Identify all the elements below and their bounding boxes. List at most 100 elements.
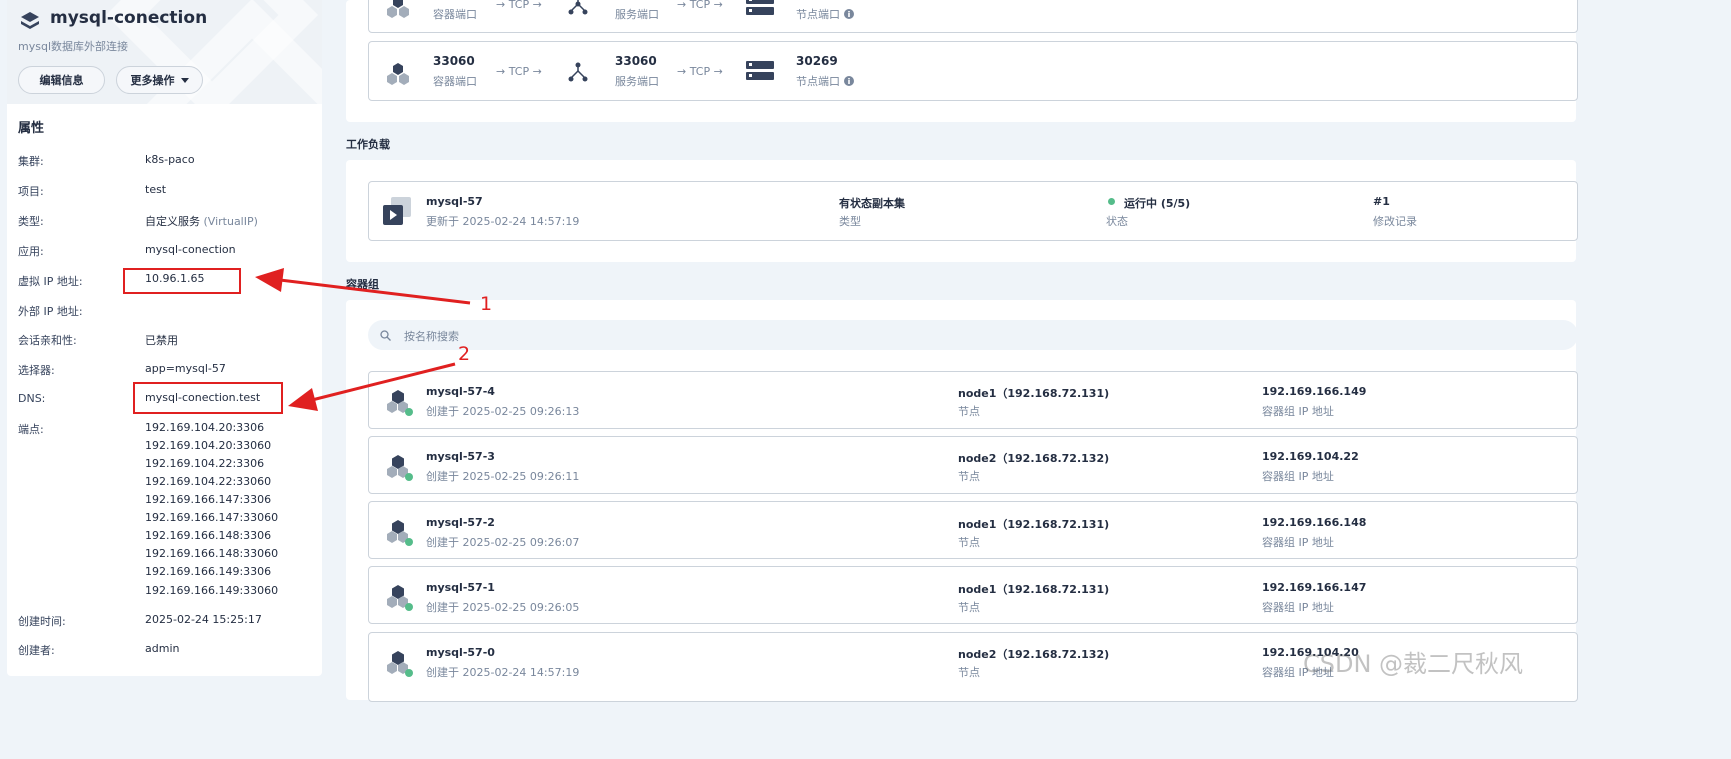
container-icon (387, 63, 409, 85)
prop-label-endpoints: 端点: (18, 423, 44, 436)
prop-value-project: test (145, 183, 167, 196)
search-placeholder: 按名称搜索 (404, 330, 459, 343)
service-description: mysql数据库外部连接 (18, 40, 128, 53)
more-actions-label: 更多操作 (130, 74, 175, 87)
tcp-arrow: → TCP → (677, 65, 723, 78)
service-port-label: 服务端口 (615, 8, 659, 21)
pod-ip-label: 容器组 IP 地址 (1262, 405, 1334, 418)
pod-ip: 192.169.166.149 (1262, 385, 1367, 398)
info-icon[interactable] (843, 9, 854, 19)
pod-icon (387, 520, 413, 546)
container-port-label: 容器端口 (433, 75, 477, 88)
highlight-box-virtual-ip (123, 268, 241, 294)
prop-value-creator: admin (145, 642, 180, 655)
endpoint-item: 192.169.166.149:3306 (145, 565, 272, 578)
container-port-value: 33060 (433, 54, 475, 68)
pod-node[interactable]: node2（192.168.72.132) (958, 646, 1109, 662)
running-status-dot (1108, 198, 1115, 205)
pod-name[interactable]: mysql-57-2 (426, 516, 495, 529)
pod-ip-label: 容器组 IP 地址 (1262, 601, 1334, 614)
workload-section-title: 工作负载 (346, 138, 390, 151)
node-server-icon (746, 0, 774, 15)
workload-type-label: 类型 (839, 215, 861, 228)
info-icon[interactable] (843, 76, 854, 86)
pod-ip-label: 容器组 IP 地址 (1262, 536, 1334, 549)
pod-node-label: 节点 (958, 536, 980, 549)
endpoint-item: 192.169.166.149:33060 (145, 584, 279, 597)
highlight-box-dns (133, 382, 283, 414)
watermark: CSDN @裁二尺秋风 (1303, 650, 1524, 678)
container-icon (387, 0, 409, 18)
port-row (368, 0, 1578, 33)
endpoint-item: 192.169.166.147:3306 (145, 493, 272, 506)
tcp-arrow: → TCP → (677, 0, 723, 11)
pod-name[interactable]: mysql-57-3 (426, 450, 495, 463)
service-icon (21, 12, 39, 29)
annotation-label-2: 2 (458, 343, 471, 365)
pod-ip-label: 容器组 IP 地址 (1262, 470, 1334, 483)
pod-search-bar[interactable]: 按名称搜索 (368, 320, 1578, 350)
endpoint-item: 192.169.166.147:33060 (145, 511, 279, 524)
pod-ip: 192.169.166.147 (1262, 581, 1367, 594)
service-port-label: 服务端口 (615, 75, 659, 88)
pod-node-label: 节点 (958, 470, 980, 483)
node-port-label: 节点端口 (796, 73, 854, 89)
properties-heading: 属性 (18, 121, 45, 136)
workload-row[interactable] (368, 181, 1578, 241)
pod-created: 创建于 2025-02-24 14:57:19 (426, 666, 580, 679)
sidebar-header: mysql-conection mysql数据库外部连接 编辑信息 更多操作 (7, 0, 322, 104)
pod-node[interactable]: node1（192.168.72.131) (958, 385, 1109, 401)
service-title: mysql-conection (50, 8, 208, 28)
prop-label-cluster: 集群: (18, 155, 44, 168)
prop-value-cluster: k8s-paco (145, 153, 195, 166)
pod-name[interactable]: mysql-57-0 (426, 646, 495, 659)
pod-icon (387, 585, 413, 611)
pod-node-label: 节点 (958, 601, 980, 614)
type-extra: (VirtualIP) (203, 215, 258, 228)
edit-info-button[interactable]: 编辑信息 (18, 66, 105, 94)
container-port-label: 容器端口 (433, 8, 477, 21)
caret-down-icon (180, 77, 189, 83)
pod-node[interactable]: node2（192.168.72.132) (958, 450, 1109, 466)
service-port-value: 33060 (615, 54, 657, 68)
workload-revision-label: 修改记录 (1373, 215, 1417, 228)
search-icon (380, 330, 391, 341)
workload-icon (383, 197, 411, 225)
pod-node[interactable]: node1（192.168.72.131) (958, 581, 1109, 597)
service-route-icon (568, 0, 588, 15)
pod-node-label: 节点 (958, 666, 980, 679)
node-server-icon (746, 61, 774, 80)
node-port-value: 30269 (796, 54, 838, 68)
workload-updated: 更新于 2025-02-24 14:57:19 (426, 215, 580, 228)
prop-value-session-affinity: 已禁用 (145, 334, 178, 347)
service-route-icon (568, 62, 588, 82)
endpoint-item: 192.169.166.148:3306 (145, 529, 272, 542)
prop-label-external-ip: 外部 IP 地址: (18, 305, 83, 318)
pod-ip: 192.169.104.22 (1262, 450, 1359, 463)
prop-label-app: 应用: (18, 245, 44, 258)
prop-value-app: mysql-conection (145, 243, 236, 256)
workload-status-label: 状态 (1106, 215, 1128, 228)
node-port-label-text: 节点端口 (796, 8, 840, 21)
prop-label-type: 类型: (18, 215, 44, 228)
workload-name[interactable]: mysql-57 (426, 195, 483, 208)
workload-status-value: 运行中 (5/5) (1124, 197, 1191, 210)
prop-value-created: 2025-02-24 15:25:17 (145, 613, 262, 626)
prop-label-project: 项目: (18, 185, 44, 198)
prop-label-created: 创建时间: (18, 615, 66, 628)
pod-created: 创建于 2025-02-25 09:26:11 (426, 470, 580, 483)
pod-name[interactable]: mysql-57-1 (426, 581, 495, 594)
endpoint-item: 192.169.104.20:33060 (145, 439, 272, 452)
pod-icon (387, 651, 413, 677)
pod-name[interactable]: mysql-57-4 (426, 385, 495, 398)
more-actions-button[interactable]: 更多操作 (116, 66, 203, 94)
node-port-label: 节点端口 (796, 6, 854, 22)
endpoint-item: 192.169.104.20:3306 (145, 421, 265, 434)
pod-node[interactable]: node1（192.168.72.131) (958, 516, 1109, 532)
type-value: 自定义服务 (145, 215, 200, 228)
prop-value-type: 自定义服务 (VirtualIP) (145, 213, 258, 229)
prop-label-session-affinity: 会话亲和性: (18, 334, 77, 347)
pod-created: 创建于 2025-02-25 09:26:07 (426, 536, 580, 549)
pod-created: 创建于 2025-02-25 09:26:05 (426, 601, 580, 614)
prop-label-virtual-ip: 虚拟 IP 地址: (18, 275, 83, 288)
